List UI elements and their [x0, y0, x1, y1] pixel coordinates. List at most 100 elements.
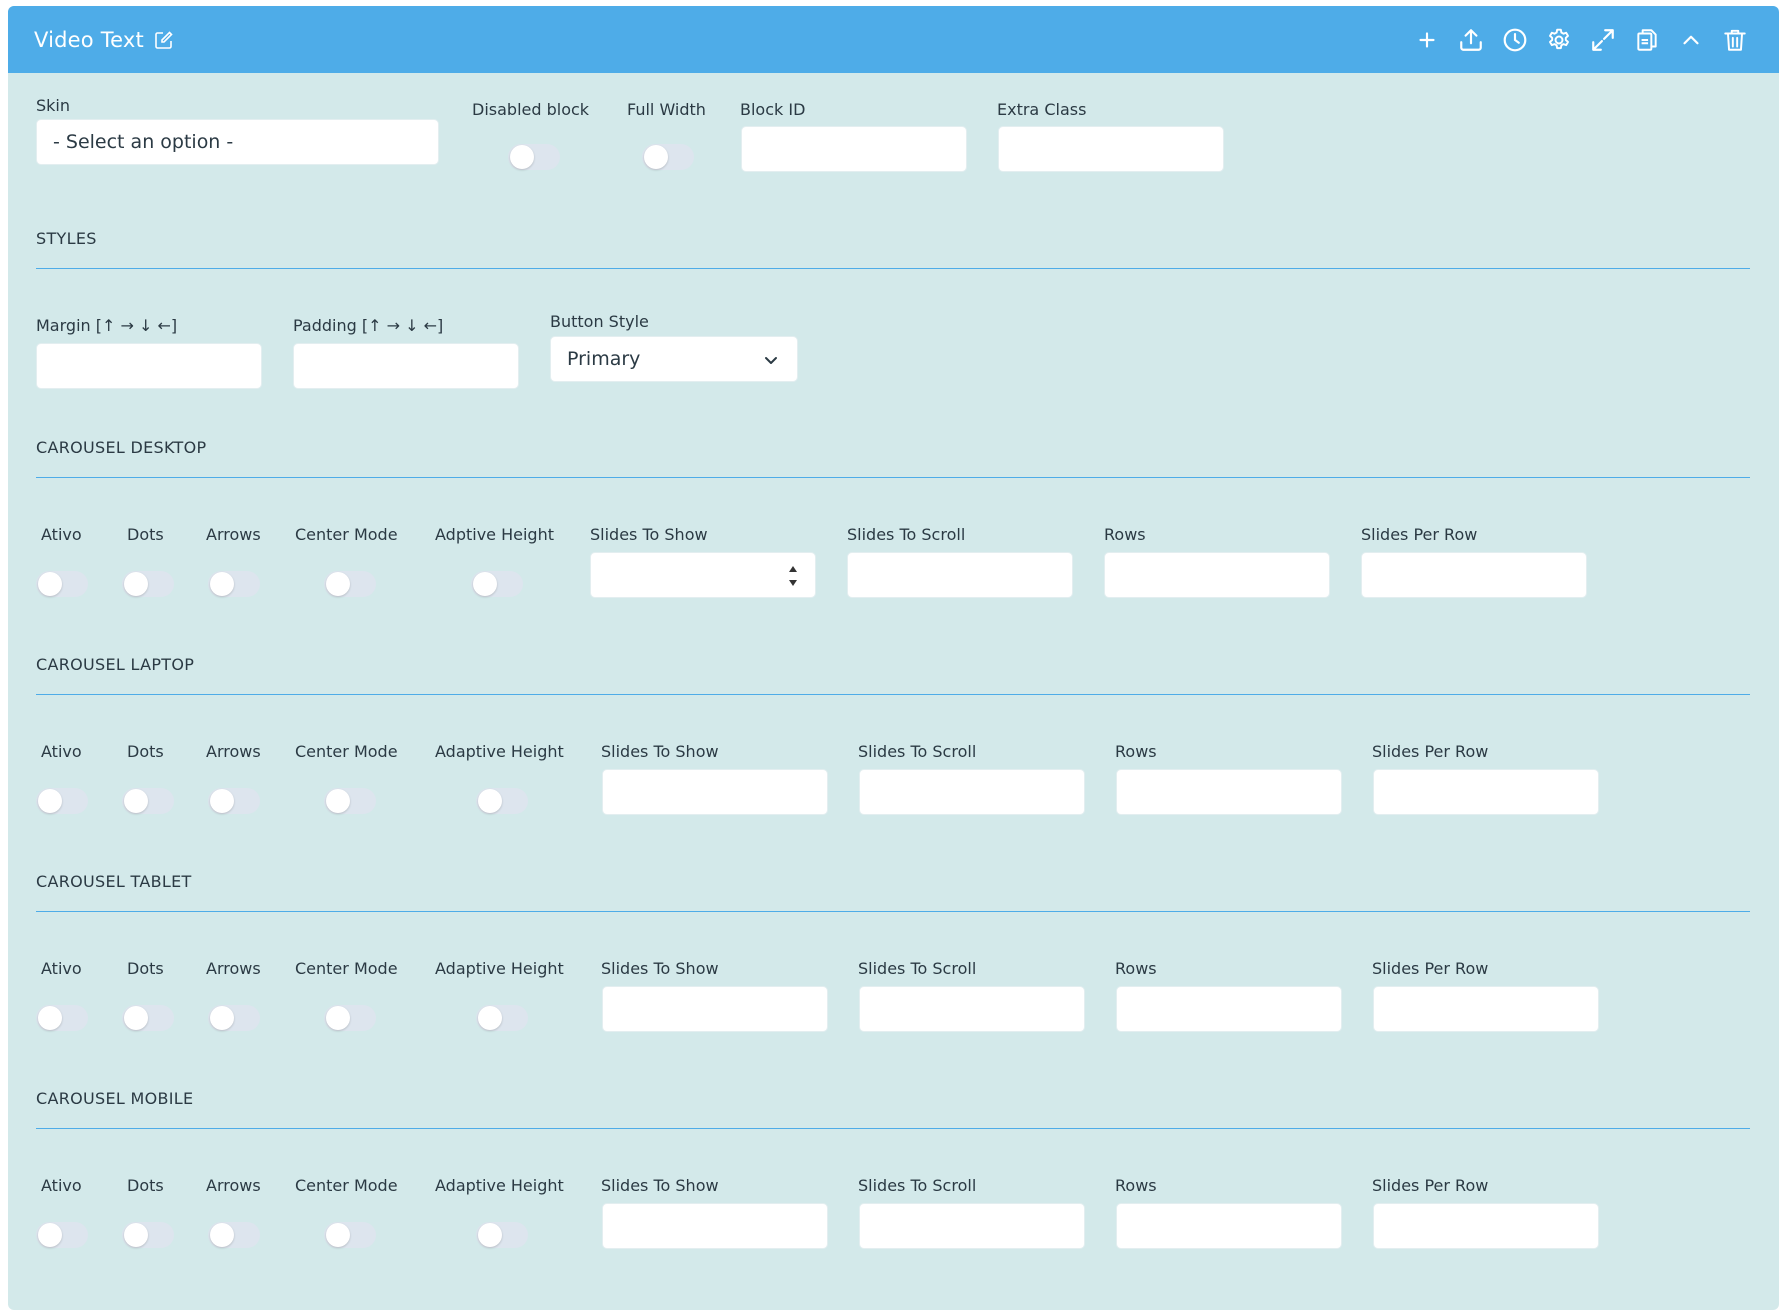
block-panel: Video Text Skin - Select an option - Dis…: [8, 6, 1779, 1310]
tablet-ativo-toggle[interactable]: [36, 1005, 88, 1031]
laptop-dots-toggle[interactable]: [122, 788, 174, 814]
desktop-dots-label: Dots: [127, 525, 164, 544]
desktop-rows-input[interactable]: [1104, 552, 1330, 598]
mobile-adaptive-height-label: Adaptive Height: [435, 1176, 564, 1195]
desktop-ativo-toggle[interactable]: [36, 571, 88, 597]
laptop-dots-label: Dots: [127, 742, 164, 761]
desktop-slides-to-scroll-input[interactable]: [847, 552, 1073, 598]
tablet-ativo-label: Ativo: [41, 959, 82, 978]
tablet-center-mode-toggle[interactable]: [324, 1005, 376, 1031]
styles-section-title: STYLES: [36, 229, 97, 248]
tablet-slides-to-scroll-input[interactable]: [859, 986, 1085, 1032]
tablet-adaptive-height-toggle[interactable]: [476, 1005, 528, 1031]
mobile-slides-to-show-label: Slides To Show: [601, 1176, 719, 1195]
desktop-slides-to-scroll-label: Slides To Scroll: [847, 525, 966, 544]
extra-class-input[interactable]: [998, 126, 1224, 172]
gear-icon[interactable]: [1537, 18, 1581, 62]
tablet-slides-to-show-label: Slides To Show: [601, 959, 719, 978]
padding-input[interactable]: [293, 343, 519, 389]
laptop-slides-to-scroll-label: Slides To Scroll: [858, 742, 977, 761]
header-toolbar: [1405, 6, 1757, 73]
tablet-slides-to-show-input[interactable]: [602, 986, 828, 1032]
upload-icon[interactable]: [1449, 18, 1493, 62]
tablet-dots-label: Dots: [127, 959, 164, 978]
tablet-slides-per-row-input[interactable]: [1373, 986, 1599, 1032]
skin-label: Skin: [36, 96, 71, 115]
skin-select-value: - Select an option -: [53, 131, 234, 153]
mobile-arrows-label: Arrows: [206, 1176, 261, 1195]
block-title: Video Text: [34, 27, 144, 52]
chevron-up-icon[interactable]: [1669, 18, 1713, 62]
plus-icon[interactable]: [1405, 18, 1449, 62]
trash-icon[interactable]: [1713, 18, 1757, 62]
number-spinner-icon[interactable]: [787, 563, 799, 589]
mobile-adaptive-height-toggle[interactable]: [476, 1222, 528, 1248]
carousel-mobile-title: CAROUSEL MOBILE: [36, 1089, 194, 1108]
laptop-arrows-toggle[interactable]: [208, 788, 260, 814]
carousel-desktop-divider: [36, 477, 1750, 478]
tablet-arrows-toggle[interactable]: [208, 1005, 260, 1031]
disabled-block-toggle[interactable]: [508, 144, 560, 170]
full-width-toggle[interactable]: [642, 144, 694, 170]
mobile-slides-to-scroll-input[interactable]: [859, 1203, 1085, 1249]
button-style-label: Button Style: [550, 312, 649, 331]
laptop-slides-to-scroll-input[interactable]: [859, 769, 1085, 815]
tablet-arrows-label: Arrows: [206, 959, 261, 978]
extra-class-label: Extra Class: [997, 100, 1087, 119]
laptop-arrows-label: Arrows: [206, 742, 261, 761]
carousel-desktop-title: CAROUSEL DESKTOP: [36, 438, 207, 457]
disabled-block-label: Disabled block: [472, 100, 590, 119]
carousel-tablet-title: CAROUSEL TABLET: [36, 872, 192, 891]
desktop-rows-label: Rows: [1104, 525, 1146, 544]
expand-icon[interactable]: [1581, 18, 1625, 62]
laptop-slides-per-row-input[interactable]: [1373, 769, 1599, 815]
desktop-adaptive-height-toggle[interactable]: [471, 571, 523, 597]
button-style-select[interactable]: Primary: [550, 336, 798, 382]
mobile-ativo-label: Ativo: [41, 1176, 82, 1195]
full-width-label: Full Width: [627, 100, 706, 119]
edit-icon[interactable]: [154, 30, 174, 50]
desktop-slides-per-row-input[interactable]: [1361, 552, 1587, 598]
tablet-dots-toggle[interactable]: [122, 1005, 174, 1031]
desktop-ativo-label: Ativo: [41, 525, 82, 544]
tablet-rows-input[interactable]: [1116, 986, 1342, 1032]
mobile-center-mode-toggle[interactable]: [324, 1222, 376, 1248]
block-id-input[interactable]: [741, 126, 967, 172]
copy-icon[interactable]: [1625, 18, 1669, 62]
laptop-adaptive-height-toggle[interactable]: [476, 788, 528, 814]
mobile-slides-to-scroll-label: Slides To Scroll: [858, 1176, 977, 1195]
mobile-rows-label: Rows: [1115, 1176, 1157, 1195]
mobile-arrows-toggle[interactable]: [208, 1222, 260, 1248]
laptop-ativo-label: Ativo: [41, 742, 82, 761]
laptop-center-mode-toggle[interactable]: [324, 788, 376, 814]
button-style-value: Primary: [567, 348, 641, 370]
carousel-mobile-divider: [36, 1128, 1750, 1129]
mobile-dots-label: Dots: [127, 1176, 164, 1195]
laptop-ativo-toggle[interactable]: [36, 788, 88, 814]
mobile-slides-to-show-input[interactable]: [602, 1203, 828, 1249]
desktop-slides-to-show-input[interactable]: [590, 552, 816, 598]
carousel-tablet-divider: [36, 911, 1750, 912]
desktop-arrows-toggle[interactable]: [208, 571, 260, 597]
laptop-slides-to-show-input[interactable]: [602, 769, 828, 815]
skin-select[interactable]: - Select an option -: [36, 119, 439, 165]
desktop-slides-to-show-label: Slides To Show: [590, 525, 708, 544]
tablet-slides-to-scroll-label: Slides To Scroll: [858, 959, 977, 978]
margin-input[interactable]: [36, 343, 262, 389]
mobile-slides-per-row-input[interactable]: [1373, 1203, 1599, 1249]
mobile-dots-toggle[interactable]: [122, 1222, 174, 1248]
mobile-slides-per-row-label: Slides Per Row: [1372, 1176, 1489, 1195]
laptop-rows-input[interactable]: [1116, 769, 1342, 815]
mobile-rows-input[interactable]: [1116, 1203, 1342, 1249]
carousel-laptop-title: CAROUSEL LAPTOP: [36, 655, 195, 674]
block-id-label: Block ID: [740, 100, 806, 119]
laptop-slides-per-row-label: Slides Per Row: [1372, 742, 1489, 761]
desktop-center-mode-label: Center Mode: [295, 525, 398, 544]
tablet-center-mode-label: Center Mode: [295, 959, 398, 978]
desktop-center-mode-toggle[interactable]: [324, 571, 376, 597]
mobile-ativo-toggle[interactable]: [36, 1222, 88, 1248]
desktop-dots-toggle[interactable]: [122, 571, 174, 597]
mobile-center-mode-label: Center Mode: [295, 1176, 398, 1195]
desktop-slides-per-row-label: Slides Per Row: [1361, 525, 1478, 544]
history-icon[interactable]: [1493, 18, 1537, 62]
